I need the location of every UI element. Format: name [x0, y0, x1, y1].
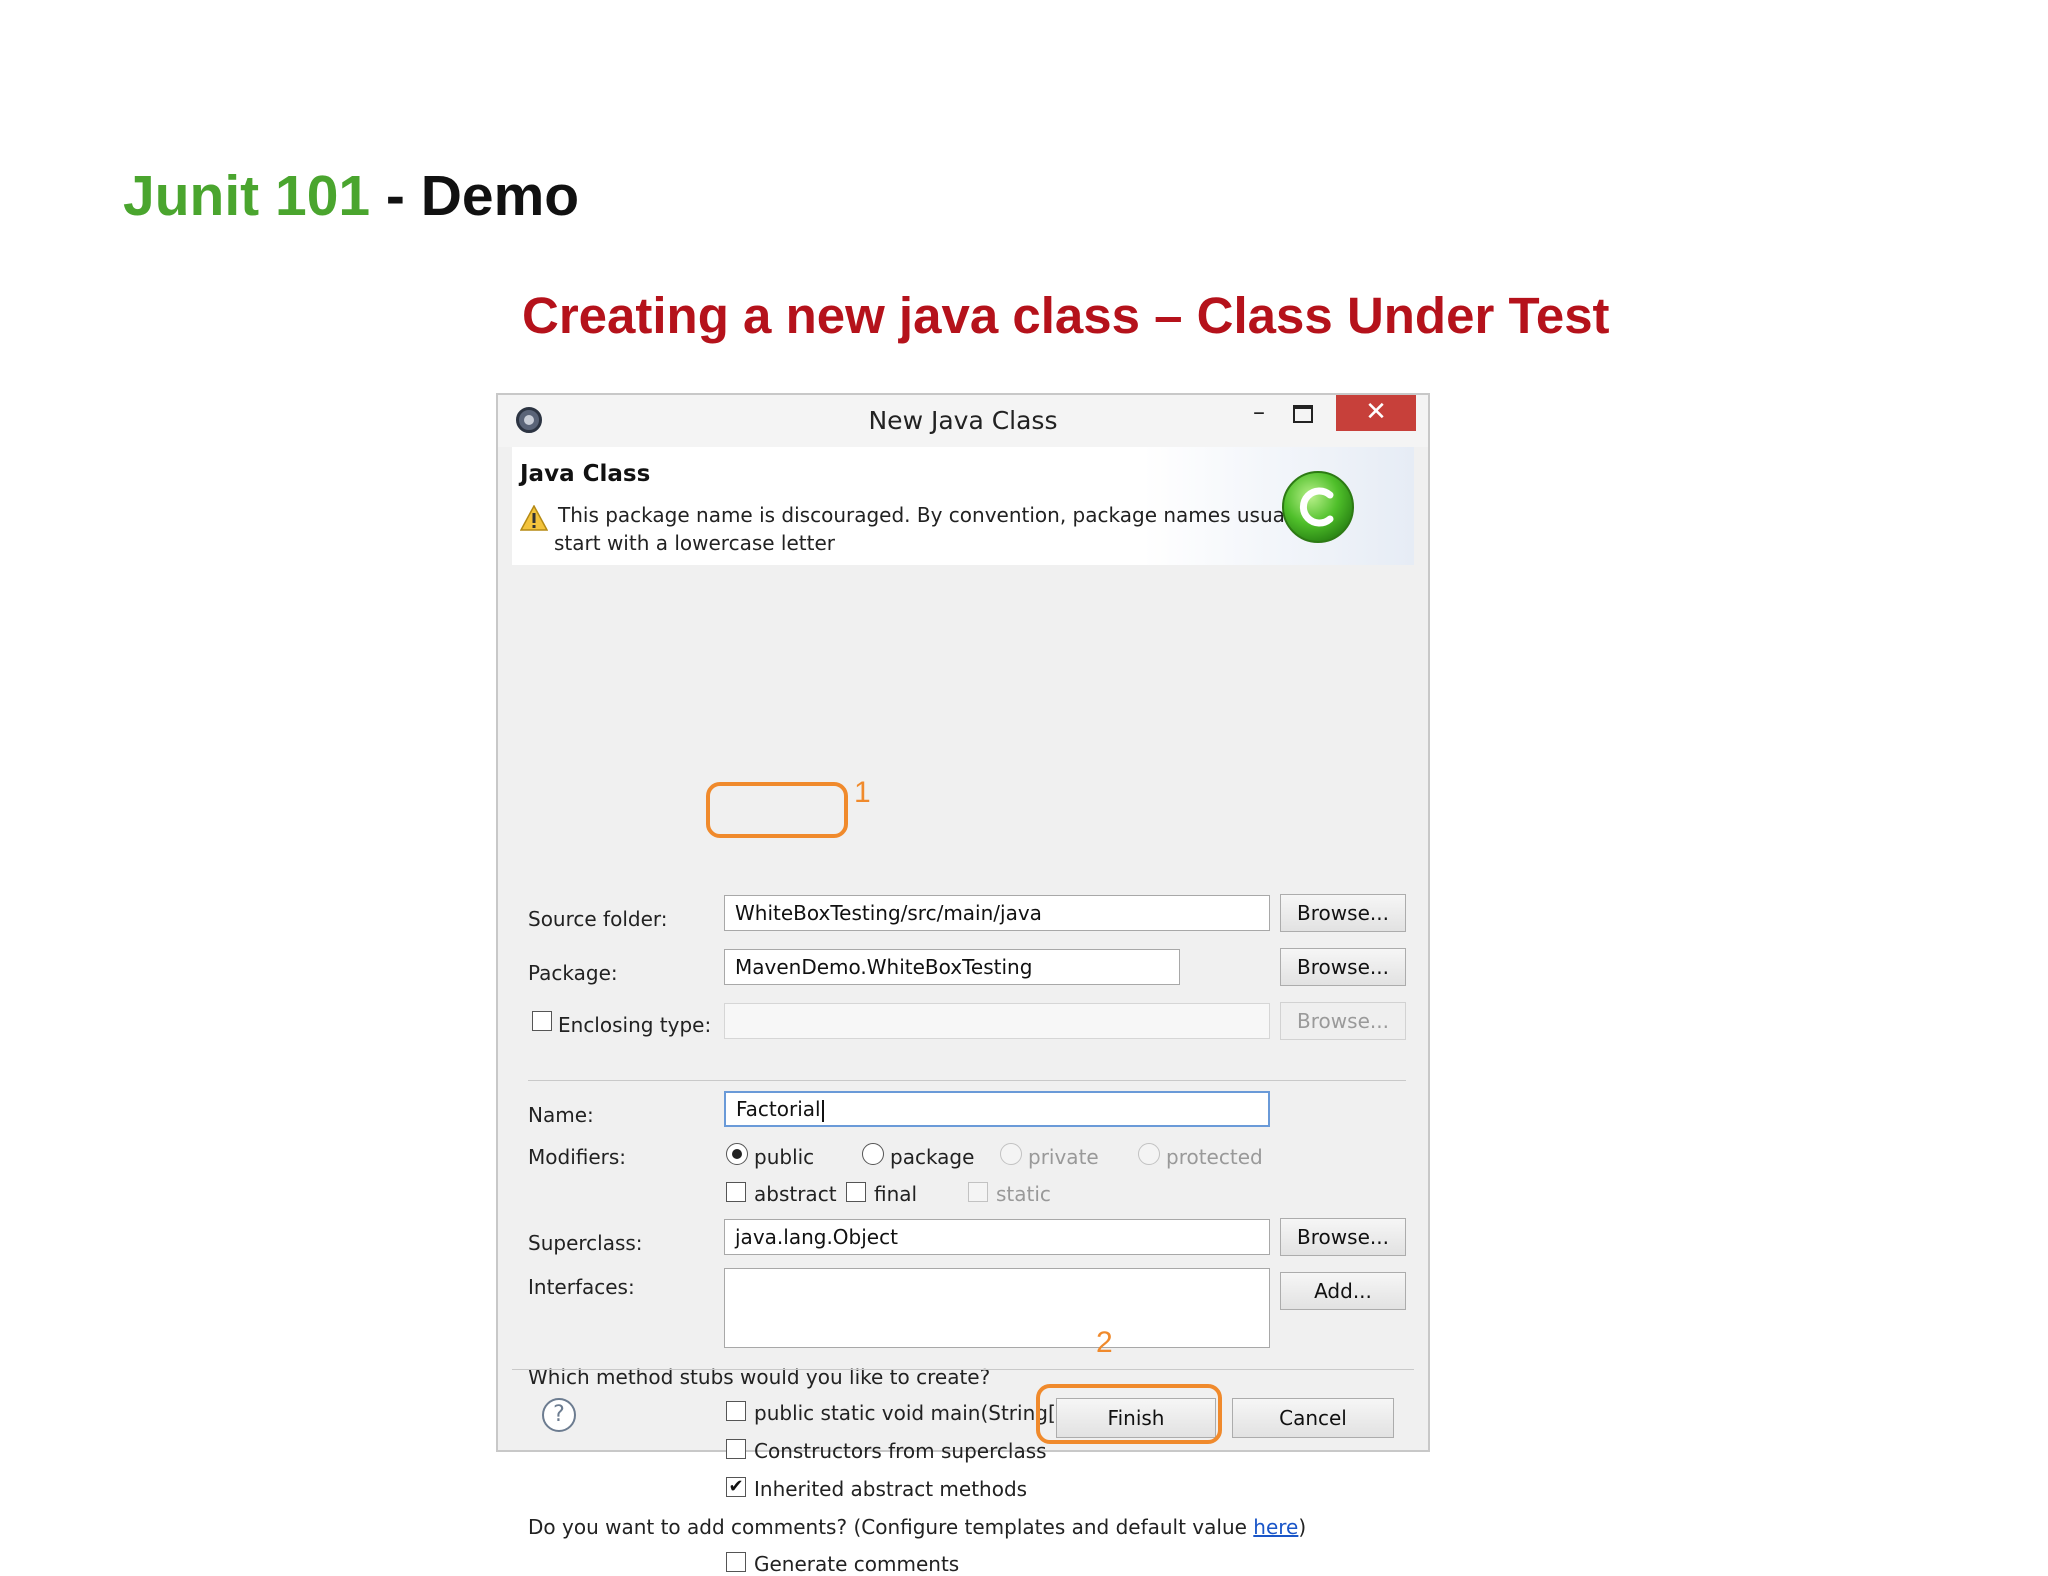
- package-field[interactable]: MavenDemo.WhiteBoxTesting: [724, 949, 1180, 985]
- package-label: Package:: [528, 961, 618, 985]
- comments-question-text: Do you want to add comments? (Configure …: [528, 1515, 1254, 1539]
- configure-templates-link[interactable]: here: [1253, 1515, 1298, 1539]
- step-2-highlight: [1036, 1384, 1222, 1444]
- java-class-icon: [1282, 471, 1354, 543]
- abstract-label: abstract: [754, 1182, 837, 1206]
- comments-question: Do you want to add comments? (Configure …: [528, 1515, 1306, 1539]
- section-divider: [528, 1080, 1406, 1081]
- inherited-methods-label: Inherited abstract methods: [754, 1477, 1028, 1501]
- cancel-button[interactable]: Cancel: [1232, 1398, 1394, 1438]
- slide-subtitle: Creating a new java class – Class Under …: [522, 287, 1610, 344]
- package-radio[interactable]: [862, 1143, 884, 1165]
- step-1-number: 1: [854, 776, 871, 809]
- title-bar[interactable]: New Java Class – ✕: [498, 395, 1428, 447]
- superclass-field[interactable]: java.lang.Object: [724, 1219, 1270, 1255]
- slide-title-main: Junit 101: [123, 164, 371, 228]
- main-method-checkbox[interactable]: [726, 1401, 746, 1421]
- private-radio: [1000, 1143, 1022, 1165]
- interfaces-list[interactable]: [724, 1268, 1270, 1348]
- constructors-checkbox[interactable]: [726, 1439, 746, 1459]
- generate-comments-checkbox[interactable]: [726, 1552, 746, 1572]
- add-interface-button[interactable]: Add...: [1280, 1272, 1406, 1310]
- browse-superclass-button[interactable]: Browse...: [1280, 1218, 1406, 1256]
- inherited-methods-checkbox[interactable]: ✔: [726, 1477, 746, 1497]
- protected-label: protected: [1166, 1145, 1263, 1169]
- warning-icon: [520, 505, 548, 531]
- header-title: Java Class: [520, 461, 651, 487]
- name-label: Name:: [528, 1103, 594, 1127]
- package-radio-label: package: [890, 1145, 975, 1169]
- name-value: Factorial: [736, 1097, 821, 1121]
- abstract-checkbox[interactable]: [726, 1182, 746, 1202]
- interfaces-label: Interfaces:: [528, 1275, 635, 1299]
- comments-question-close: ): [1298, 1515, 1307, 1539]
- generate-comments-label: Generate comments: [754, 1552, 960, 1576]
- slide-title-rest: - Demo: [370, 164, 580, 228]
- warning-message-continued: start with a lowercase letter: [554, 531, 835, 555]
- form-panel: [512, 565, 1414, 1311]
- source-folder-field[interactable]: WhiteBoxTesting/src/main/java: [724, 895, 1270, 931]
- final-label: final: [874, 1182, 918, 1206]
- public-label: public: [754, 1145, 815, 1169]
- enclosing-type-field: [724, 1003, 1270, 1039]
- modifiers-label: Modifiers:: [528, 1145, 627, 1169]
- browse-source-folder-button[interactable]: Browse...: [1280, 894, 1406, 932]
- enclosing-type-label: Enclosing type:: [558, 1013, 712, 1037]
- footer-divider: [512, 1369, 1414, 1370]
- close-button[interactable]: ✕: [1336, 395, 1416, 431]
- static-checkbox: [968, 1182, 988, 1202]
- slide-title: Junit 101 - Demo: [123, 158, 579, 234]
- step-1-highlight: [706, 782, 848, 838]
- new-java-class-dialog: New Java Class – ✕ Java Class This packa…: [496, 393, 1430, 1576]
- browse-package-button[interactable]: Browse...: [1280, 948, 1406, 986]
- maximize-icon: [1293, 405, 1313, 423]
- public-radio[interactable]: [726, 1143, 748, 1165]
- source-folder-label: Source folder:: [528, 907, 668, 931]
- maximize-button[interactable]: [1288, 395, 1318, 431]
- superclass-label: Superclass:: [528, 1231, 643, 1255]
- warning-message: This package name is discouraged. By con…: [558, 503, 1308, 527]
- step-2-number: 2: [1096, 1326, 1113, 1359]
- name-field[interactable]: Factorial: [724, 1091, 1270, 1127]
- protected-radio: [1138, 1143, 1160, 1165]
- enclosing-type-checkbox[interactable]: [532, 1011, 552, 1031]
- static-label: static: [996, 1182, 1051, 1206]
- minimize-button[interactable]: –: [1244, 395, 1274, 431]
- private-label: private: [1028, 1145, 1099, 1169]
- header-panel: Java Class This package name is discoura…: [512, 447, 1414, 566]
- final-checkbox[interactable]: [846, 1182, 866, 1202]
- constructors-label: Constructors from superclass: [754, 1439, 1047, 1463]
- text-caret: [821, 1099, 824, 1122]
- browse-enclosing-type-button: Browse...: [1280, 1002, 1406, 1040]
- help-icon[interactable]: ?: [542, 1398, 576, 1432]
